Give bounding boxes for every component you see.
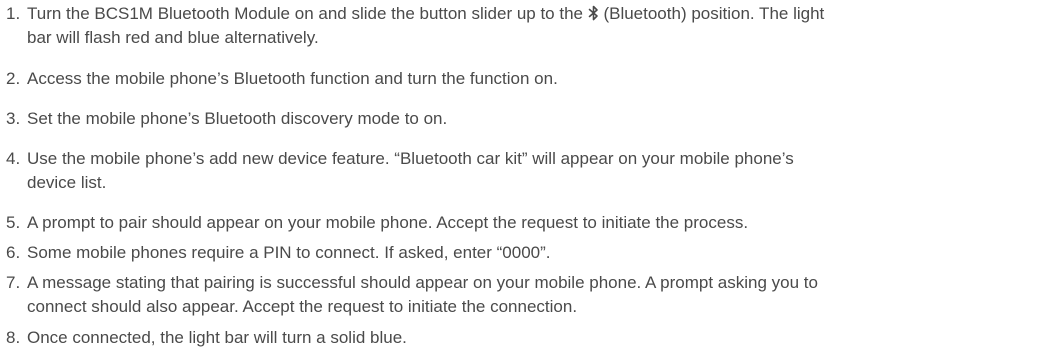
step-number: 2. <box>6 69 21 88</box>
step-number: 5. <box>6 213 21 232</box>
step-text: Access the mobile phone’s Bluetooth func… <box>27 69 558 88</box>
step-text: A message stating that pairing is succes… <box>27 273 818 316</box>
step-number: 4. <box>6 149 21 168</box>
step-text: Set the mobile phone’s Bluetooth discove… <box>27 109 448 128</box>
step-number: 8. <box>6 328 21 347</box>
step-text: Turn the BCS1M Bluetooth Module on and s… <box>27 2 1043 50</box>
step-number: 1. <box>6 4 21 23</box>
step-number: 3. <box>6 109 21 128</box>
step-text: Some mobile phones require a PIN to conn… <box>27 243 551 262</box>
step-text: Once connected, the light bar will turn … <box>27 328 407 347</box>
step-text-before-icon: Turn the BCS1M Bluetooth Module on and s… <box>27 4 588 23</box>
step-number: 6. <box>6 243 21 262</box>
step-text: A prompt to pair should appear on your m… <box>27 213 749 232</box>
step-text: Use the mobile phone’s add new device fe… <box>27 149 794 192</box>
bluetooth-icon <box>588 5 599 21</box>
step-number: 7. <box>6 273 21 292</box>
